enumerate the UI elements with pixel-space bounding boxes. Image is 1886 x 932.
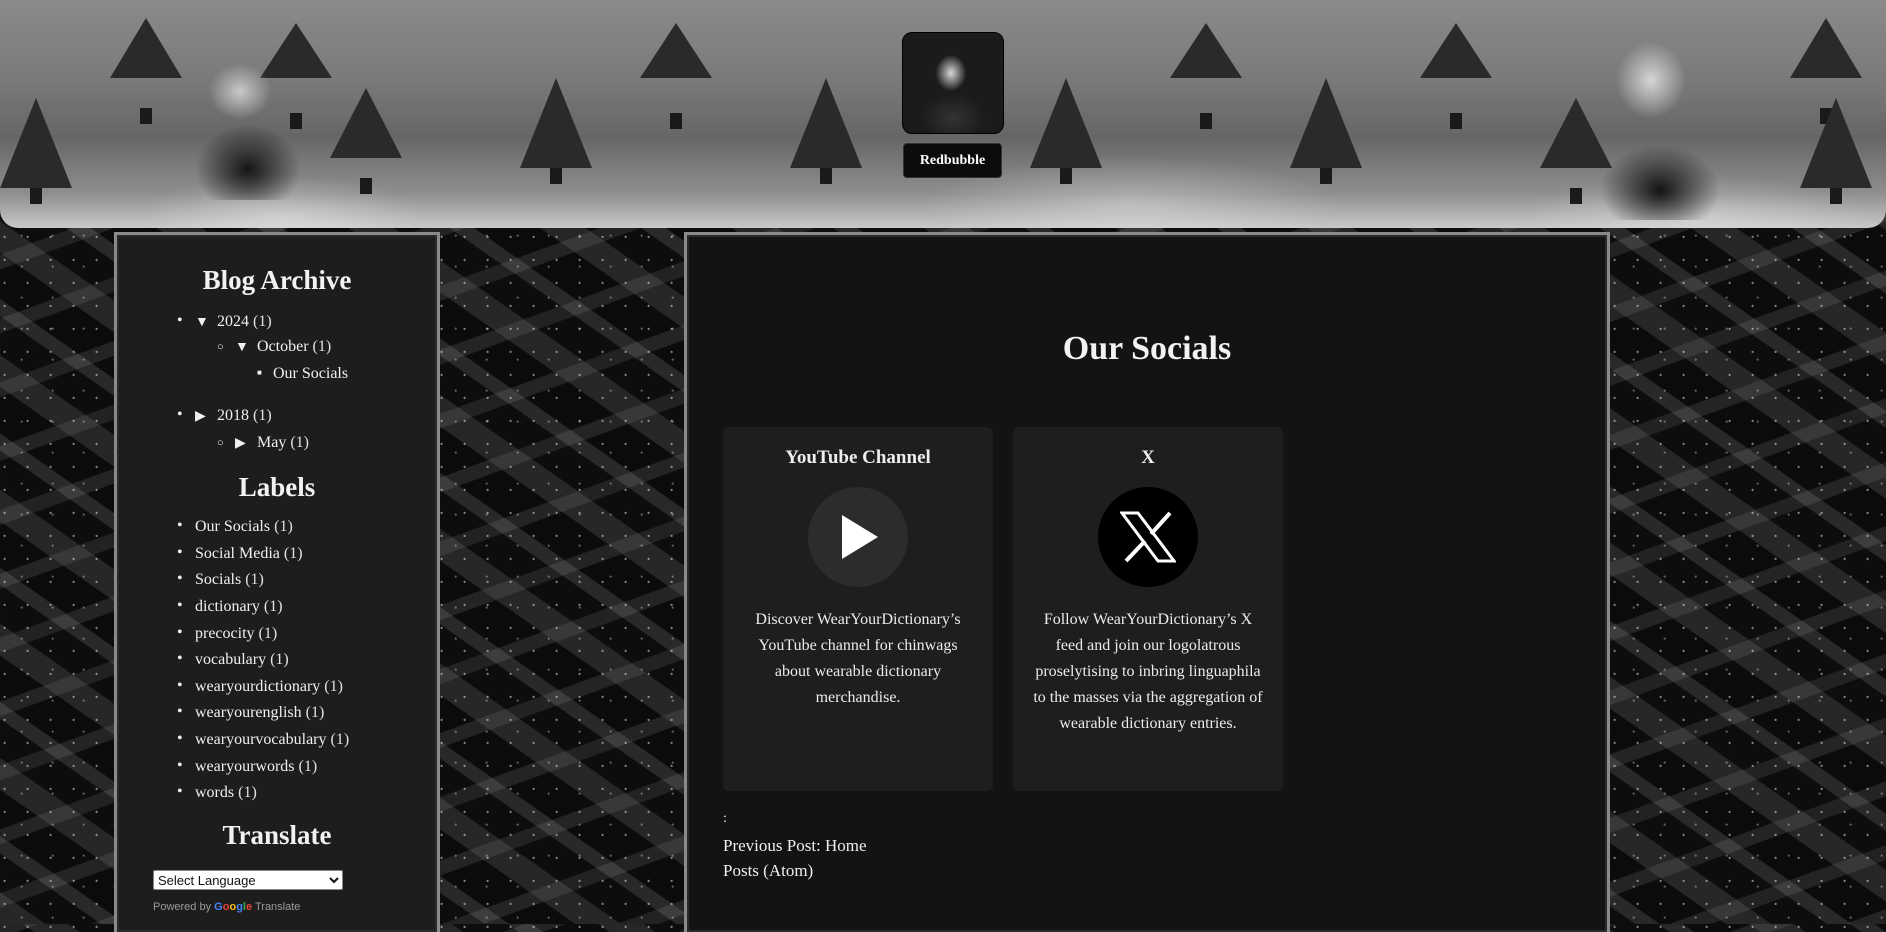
card-title: YouTube Channel	[785, 447, 931, 468]
archive-year-2024[interactable]: ▼ 2024 (1)	[177, 312, 272, 331]
archive-post-our-socials[interactable]: Our Socials	[257, 365, 348, 383]
tree-decoration	[1800, 98, 1872, 204]
tree-decoration	[1030, 78, 1102, 184]
tree-decoration	[1170, 23, 1242, 129]
x-card[interactable]: X Follow WearYourDictionary’s X feed and…	[1013, 427, 1283, 791]
tree-decoration	[1790, 18, 1862, 124]
card-description: Discover WearYourDictionary’s YouTube ch…	[755, 611, 961, 706]
label-item[interactable]: Social Media (1)	[177, 544, 302, 563]
label-item[interactable]: wearyourenglish (1)	[177, 703, 324, 722]
label-item[interactable]: vocabulary (1)	[177, 650, 289, 669]
youtube-card[interactable]: YouTube Channel Discover WearYourDiction…	[723, 427, 993, 791]
label-item[interactable]: Our Socials (1)	[177, 517, 293, 536]
card-description: Follow WearYourDictionary’s X feed and j…	[1033, 611, 1263, 732]
labels-title: Labels	[238, 472, 316, 502]
triangle-right-icon[interactable]: ▶	[195, 408, 213, 425]
archive-year-2018[interactable]: ▶ 2018 (1)	[177, 406, 272, 425]
archive-month-may[interactable]: ▶ May (1)	[217, 434, 309, 453]
tree-decoration	[1420, 23, 1492, 129]
label-item[interactable]: wearyourwords (1)	[177, 757, 317, 776]
label-item[interactable]: precocity (1)	[177, 624, 277, 643]
post-separator: :	[723, 811, 727, 826]
triangle-down-icon[interactable]: ▼	[195, 315, 213, 331]
redbubble-button[interactable]: Redbubble	[903, 143, 1002, 178]
google-logo-icon[interactable]: Google	[214, 901, 252, 913]
play-icon[interactable]	[808, 487, 908, 587]
translate-title: Translate	[222, 820, 332, 850]
tree-decoration	[520, 78, 592, 184]
language-select[interactable]: Select Language	[153, 870, 343, 890]
tree-decoration	[790, 78, 862, 184]
label-item[interactable]: dictionary (1)	[177, 597, 282, 616]
tree-decoration	[330, 88, 402, 194]
blog-archive-widget: Blog Archive	[117, 265, 437, 296]
avatar[interactable]	[902, 32, 1004, 134]
previous-post-link[interactable]: Previous Post: Home	[723, 836, 867, 856]
tree-decoration	[640, 23, 712, 129]
tree-decoration	[1290, 78, 1362, 184]
labels-widget: Labels	[117, 472, 437, 503]
blog-archive-title: Blog Archive	[202, 265, 352, 295]
triangle-right-icon[interactable]: ▶	[235, 435, 253, 452]
post-title: Our Socials	[1062, 330, 1232, 367]
triangle-down-icon[interactable]: ▼	[235, 340, 253, 356]
card-title: X	[1141, 447, 1155, 468]
main-content: Our Socials YouTube Channel Discover Wea…	[684, 232, 1610, 932]
powered-by-google-translate: Powered by Google Translate	[153, 901, 301, 913]
posts-atom-link[interactable]: Posts (Atom)	[723, 861, 813, 881]
label-item[interactable]: Socials (1)	[177, 570, 264, 589]
tree-decoration	[0, 98, 72, 204]
x-logo-icon[interactable]	[1098, 487, 1198, 587]
translate-widget: Translate	[117, 820, 437, 851]
label-item[interactable]: wearyourvocabulary (1)	[177, 730, 349, 749]
label-item[interactable]: words (1)	[177, 783, 257, 802]
translate-link[interactable]: Translate	[255, 901, 300, 913]
label-item[interactable]: wearyourdictionary (1)	[177, 677, 343, 696]
character-illustration-left	[160, 45, 320, 200]
archive-month-october[interactable]: ▼ October (1)	[217, 338, 331, 357]
sidebar: Blog Archive ▼ 2024 (1) ▼ October (1) Ou…	[114, 232, 440, 932]
character-illustration-right	[1570, 20, 1750, 220]
